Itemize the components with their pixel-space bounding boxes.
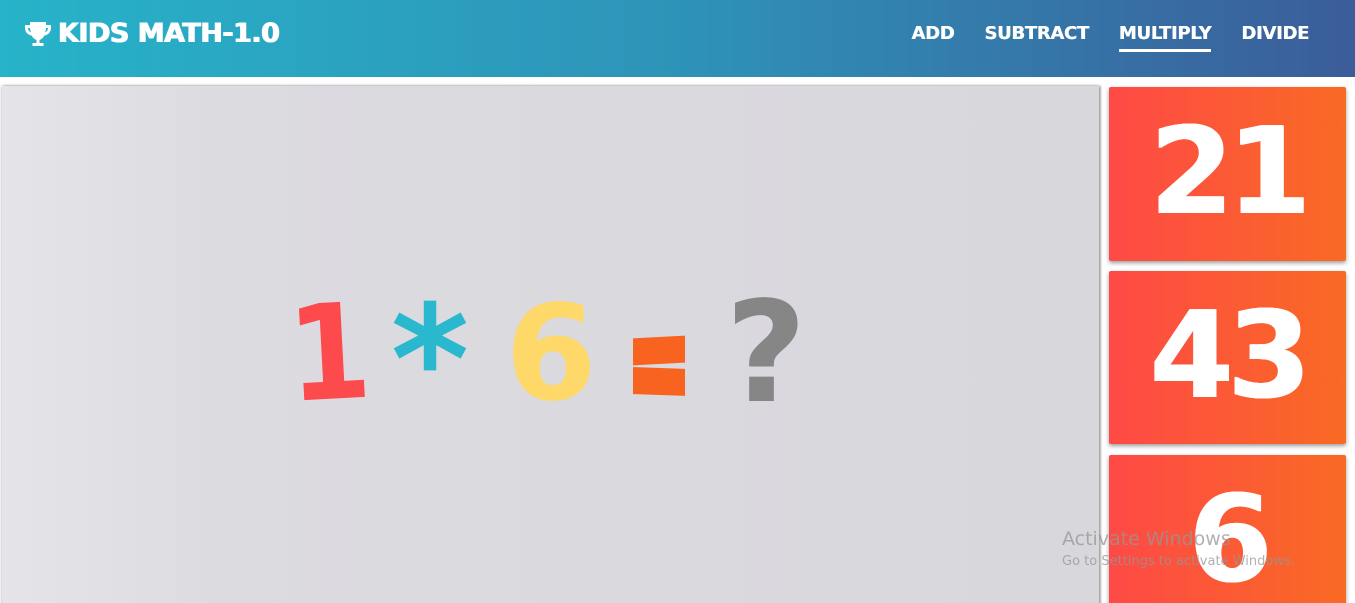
- answer-option-3[interactable]: 6: [1109, 455, 1346, 603]
- unknown-answer: ?: [725, 272, 807, 435]
- brand[interactable]: KIDS MATH-1.0: [22, 18, 280, 50]
- main-nav: ADD SUBTRACT MULTIPLY DIVIDE: [911, 22, 1309, 52]
- operator-symbol: *: [390, 274, 470, 448]
- equals-bar-bottom: [633, 367, 685, 396]
- equals-bar-top: [633, 335, 685, 366]
- answer-option-3-value: 6: [1188, 471, 1273, 603]
- question-panel: 1 * 6 ?: [2, 86, 1099, 603]
- brand-title: KIDS MATH-1.0: [58, 18, 280, 49]
- nav-divide[interactable]: DIVIDE: [1241, 22, 1309, 52]
- answer-option-2[interactable]: 43: [1109, 271, 1346, 444]
- answer-option-1-value: 21: [1150, 103, 1311, 242]
- nav-add[interactable]: ADD: [911, 22, 954, 52]
- answer-option-2-value: 43: [1150, 287, 1311, 426]
- operand-2: 6: [505, 277, 597, 431]
- nav-multiply[interactable]: MULTIPLY: [1118, 22, 1212, 52]
- operand-1: 1: [284, 274, 375, 433]
- nav-subtract[interactable]: SUBTRACT: [984, 22, 1089, 52]
- trophy-icon: [25, 22, 51, 46]
- answer-option-1[interactable]: 21: [1109, 87, 1346, 261]
- app-header: KIDS MATH-1.0 ADD SUBTRACT MULTIPLY DIVI…: [0, 0, 1355, 77]
- equals-sign: [633, 335, 685, 396]
